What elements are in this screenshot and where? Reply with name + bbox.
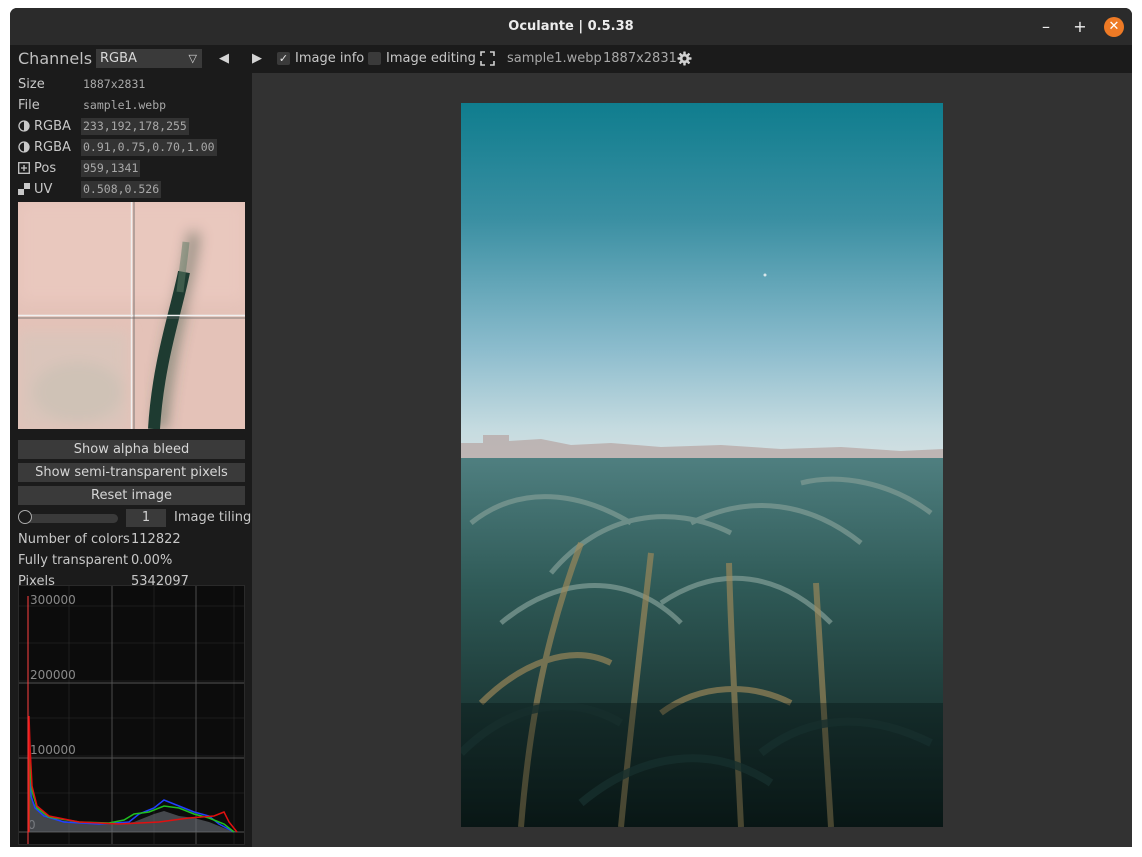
reset-image-button[interactable]: Reset image <box>18 486 245 505</box>
image-dimensions: 1887x2831 <box>603 51 677 66</box>
rgba-label-group: RGBA <box>18 116 71 137</box>
size-value: 1887x2831 <box>83 77 146 91</box>
rgba-float-label: RGBA <box>34 140 71 155</box>
toolbar: Channels RGBA ▽ ◀ ▶ ✓ Image info Image e… <box>10 45 1132 73</box>
show-semi-transparent-button[interactable]: Show semi-transparent pixels <box>18 463 245 482</box>
transparent-label: Fully transparent <box>18 553 129 568</box>
rgba-value: 233,192,178,255 <box>81 118 189 135</box>
rgba-float-label-group: RGBA <box>18 137 71 158</box>
pos-value: 959,1341 <box>81 160 141 177</box>
hist-tick-300000: 300000 <box>30 593 76 607</box>
image-viewer[interactable] <box>252 73 1132 847</box>
tiling-label: Image tiling <box>174 510 252 525</box>
image-info-checkbox[interactable]: ✓ <box>277 52 290 65</box>
app-window: Oculante | 0.5.38 – + ✕ Channels RGBA ▽ … <box>10 8 1132 847</box>
next-image-button[interactable]: ▶ <box>252 45 262 73</box>
pixel-zoom-preview <box>18 202 245 429</box>
displayed-image[interactable] <box>461 103 943 827</box>
close-button[interactable]: ✕ <box>1104 17 1124 37</box>
rgba-float-value: 0.91,0.75,0.70,1.00 <box>81 139 217 156</box>
size-label: Size <box>18 77 45 92</box>
colors-label: Number of colors <box>18 532 130 547</box>
uv-row: UV 0.508,0.526 <box>18 179 248 200</box>
file-value: sample1.webp <box>83 98 167 112</box>
hist-tick-200000: 200000 <box>30 668 76 682</box>
uv-label-group: UV <box>18 179 52 200</box>
rgba-row: RGBA 233,192,178,255 <box>18 116 248 137</box>
info-sidebar: Size 1887x2831 File sample1.webp RGBA 23… <box>10 73 252 847</box>
show-alpha-bleed-button[interactable]: Show alpha bleed <box>18 440 245 459</box>
file-name: sample1.webp <box>507 51 602 66</box>
fullscreen-icon[interactable] <box>480 51 495 66</box>
chevron-down-icon: ▽ <box>188 52 197 65</box>
uv-label: UV <box>34 182 53 197</box>
uv-value: 0.508,0.526 <box>81 181 162 198</box>
pos-label-group: Pos <box>18 158 56 179</box>
image-editing-label[interactable]: Image editing <box>386 45 476 73</box>
colors-value: 112822 <box>131 532 181 547</box>
channels-label: Channels <box>18 49 93 68</box>
maximize-button[interactable]: + <box>1070 17 1090 37</box>
channel-select[interactable]: RGBA ▽ <box>96 49 202 68</box>
hist-tick-100000: 100000 <box>30 743 76 757</box>
pos-label: Pos <box>34 161 57 176</box>
rgba-label: RGBA <box>34 119 71 134</box>
histogram-plot[interactable]: 300000 200000 100000 0 <box>18 585 245 845</box>
gear-icon[interactable] <box>677 51 692 66</box>
window-title: Oculante | 0.5.38 <box>508 19 634 34</box>
tiling-value-input[interactable]: 1 <box>126 509 166 527</box>
checker-icon <box>18 183 30 195</box>
previous-image-button[interactable]: ◀ <box>219 45 229 73</box>
rgba-float-row: RGBA 0.91,0.75,0.70,1.00 <box>18 137 248 158</box>
contrast-icon <box>18 141 30 153</box>
file-row: File sample1.webp <box>18 95 248 116</box>
channel-select-value: RGBA <box>100 51 137 66</box>
size-row: Size 1887x2831 <box>18 74 248 95</box>
tiling-slider-handle[interactable] <box>18 510 32 524</box>
tiling-slider[interactable] <box>24 514 118 523</box>
contrast-icon <box>18 120 30 132</box>
pos-row: Pos 959,1341 <box>18 158 248 179</box>
transparent-value: 0.00% <box>131 553 173 568</box>
minimize-button[interactable]: – <box>1036 17 1056 37</box>
crosshair-box-icon <box>18 162 30 174</box>
image-info-label[interactable]: Image info <box>295 45 364 73</box>
title-bar[interactable]: Oculante | 0.5.38 – + ✕ <box>10 8 1132 45</box>
file-label: File <box>18 98 40 113</box>
image-editing-checkbox[interactable] <box>368 52 381 65</box>
